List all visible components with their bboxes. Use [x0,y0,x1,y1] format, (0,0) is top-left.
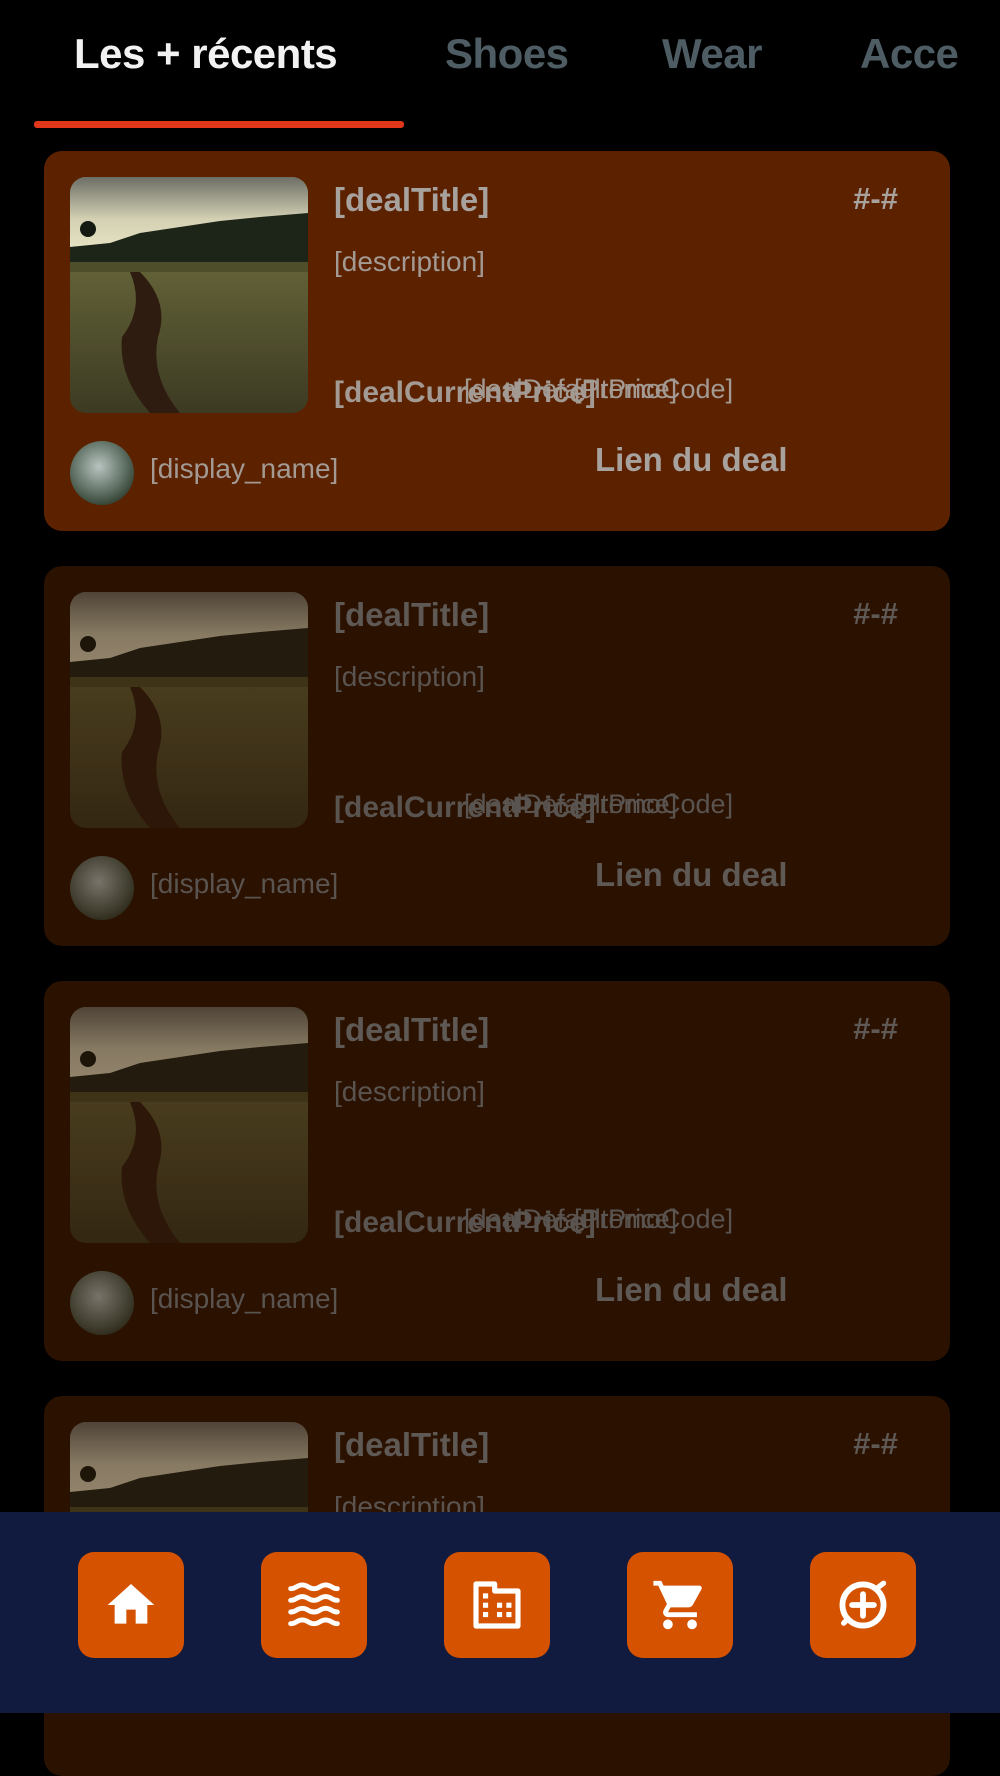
display-name: [display_name] [150,1283,339,1314]
deal-description: [description] [334,1076,485,1107]
deal-link[interactable]: Lien du deal [595,441,788,479]
home-icon [107,1584,155,1624]
deal-code: #-# [853,596,898,631]
deal-card[interactable]: [dealTitle] #-# [description] [dealCurre… [44,981,950,1361]
deal-promo-code: [PromoCode] [574,1204,734,1234]
deal-code: #-# [853,1426,898,1461]
deal-title: [dealTitle] [334,1011,490,1048]
bottom-navigation [0,1512,1000,1713]
tab-wear[interactable]: Wear [662,30,762,78]
tab-accessories[interactable]: Acce [860,30,959,78]
deal-title: [dealTitle] [334,181,490,218]
deal-image [70,1007,308,1243]
deal-card[interactable]: [dealTitle] #-# [description] [dealCurre… [44,566,950,946]
deal-link[interactable]: Lien du deal [595,856,788,894]
deal-code: #-# [853,181,898,216]
tab-shoes[interactable]: Shoes [445,30,569,78]
nav-add-button[interactable] [810,1552,916,1658]
add-circle-icon [839,1580,887,1629]
nav-waves-button[interactable] [261,1552,367,1658]
category-tabs: Les + récents Shoes Wear Acce [0,0,960,135]
deal-link[interactable]: Lien du deal [595,1271,788,1309]
building-icon [473,1581,521,1629]
display-name: [display_name] [150,453,339,484]
deal-title: [dealTitle] [334,1426,490,1463]
avatar [70,856,134,920]
deal-image [70,592,308,828]
nav-building-button[interactable] [444,1552,550,1658]
deal-image [70,177,308,413]
avatar [70,441,134,505]
active-tab-indicator [34,121,404,128]
deal-promo-code: [PromoCode] [574,789,734,819]
nav-home-button[interactable] [78,1552,184,1658]
deal-title: [dealTitle] [334,596,490,633]
deal-description: [description] [334,661,485,692]
display-name: [display_name] [150,868,339,899]
avatar [70,1271,134,1335]
deal-code: #-# [853,1011,898,1046]
deal-promo-code: [PromoCode] [574,374,734,404]
cart-icon [653,1580,702,1630]
nav-cart-button[interactable] [627,1552,733,1658]
deal-description: [description] [334,246,485,277]
waves-icon [288,1582,340,1627]
deal-card[interactable]: [dealTitle] #-# [description] [dealCurre… [44,151,950,531]
tab-les-recents[interactable]: Les + récents [74,30,338,78]
